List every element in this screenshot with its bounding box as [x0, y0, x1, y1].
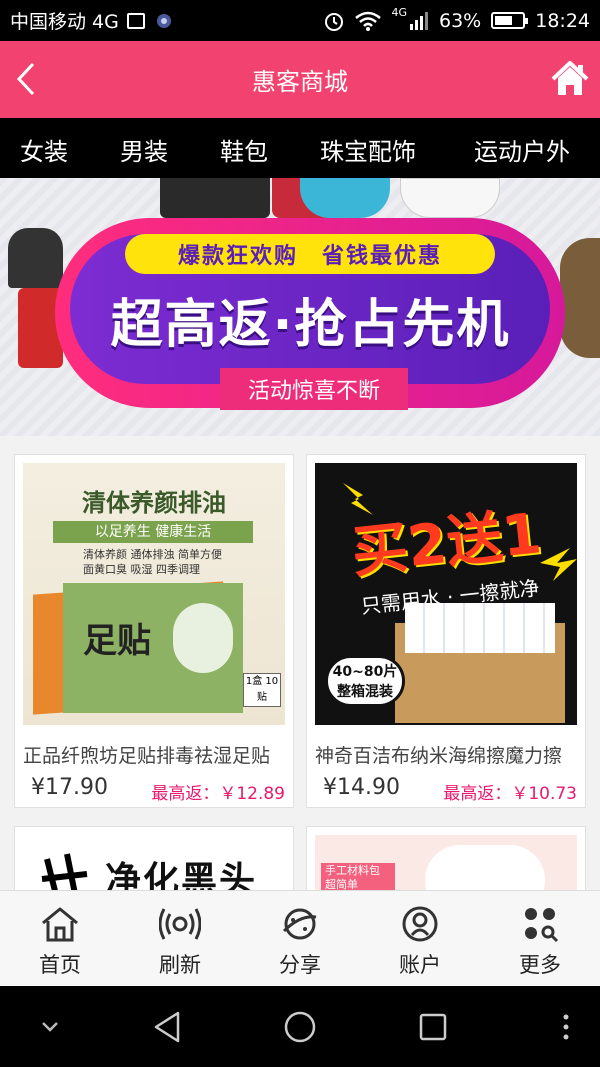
appliance-image [300, 178, 390, 218]
appliance-image [160, 178, 270, 218]
wifi-icon [355, 11, 382, 31]
bottom-nav: 首页 刷新 分享 账户 更多 [0, 890, 600, 986]
box-label: 足贴 [83, 621, 151, 661]
network-type: 4G [391, 6, 407, 19]
product-image: 清体养颜排油 以足养生 健康生活 清体养颜 通体排浊 简单方便 面黄口臭 吸湿 … [23, 463, 285, 725]
image-slogan: 以足养生 健康生活 [53, 521, 253, 543]
category-tabs: 女装 男装 鞋包 珠宝配饰 运动户外 [0, 118, 600, 178]
product-name[interactable]: 神奇百洁布纳米海绵擦魔力擦 [315, 741, 577, 768]
product-image: 买2送1 只需用水 · 一擦就净 40~80片 整箱混装 [315, 463, 577, 725]
carrier-label: 中国移动 4G [10, 11, 119, 33]
banner-headline: 超高返·抢占先机 [110, 295, 511, 355]
foot-patch-image [173, 603, 233, 673]
image-title: 清体养颜排油 [82, 489, 226, 517]
recents-square-icon[interactable] [418, 1012, 448, 1042]
back-button[interactable] [6, 55, 46, 103]
home-button[interactable] [550, 59, 590, 99]
promo-banner[interactable]: 爆款狂欢购 省钱最优惠 超高返·抢占先机 活动惊喜不断 [0, 178, 600, 436]
image-badge: 40~80片 整箱混装 [325, 655, 405, 707]
nav-share-label: 分享 [279, 953, 321, 977]
product-rebate: 最高返：￥12.89 [151, 784, 285, 804]
appliance-image [400, 178, 500, 218]
tab-shoes-bags[interactable]: 鞋包 [220, 132, 268, 167]
product-card[interactable]: 清体养颜排油 以足养生 健康生活 清体养颜 通体排浊 简单方便 面黄口臭 吸湿 … [14, 454, 294, 808]
battery-icon [491, 12, 529, 29]
page-title: 惠客商城 [252, 68, 348, 96]
product-name[interactable]: 正品纤煦坊足贴排毒祛湿足贴 [23, 741, 285, 768]
home-circle-icon[interactable] [283, 1010, 317, 1044]
battery-fill [495, 16, 512, 25]
product-card[interactable]: 买2送1 只需用水 · 一擦就净 40~80片 整箱混装 神奇百洁布纳米海绵擦魔… [306, 454, 586, 808]
image-headline: 手工材料包 超简单 [321, 863, 395, 893]
tab-sports-outdoor[interactable]: 运动户外 [474, 132, 570, 167]
overflow-menu-icon[interactable] [561, 1012, 571, 1042]
battery-percent: 63% [439, 9, 482, 32]
chevron-down-icon[interactable] [40, 1020, 60, 1034]
nav-share[interactable]: 分享 [240, 891, 360, 986]
product-price: ¥14.90 [323, 775, 400, 800]
more-icon [525, 908, 559, 943]
home-icon [551, 61, 589, 95]
nav-refresh-label: 刷新 [159, 953, 201, 977]
image-features: 清体养颜 通体排浊 简单方便 面黄口臭 吸湿 四季调理 [83, 548, 222, 576]
banner-subline: 活动惊喜不断 [220, 368, 408, 410]
chevron-left-icon [16, 62, 35, 96]
nav-refresh[interactable]: 刷新 [120, 891, 240, 986]
tab-men[interactable]: 男装 [120, 132, 168, 167]
nav-more-label: 更多 [519, 953, 561, 977]
product-rebate: 最高返：￥10.73 [443, 784, 577, 804]
banner-tagline: 爆款狂欢购 省钱最优惠 [125, 234, 495, 274]
nav-more[interactable]: 更多 [480, 891, 600, 986]
alarm-icon [325, 12, 344, 31]
home-icon [42, 907, 78, 942]
status-bar: 中国移动 4G 4G 63% 18:24 [0, 0, 600, 41]
nav-account[interactable]: 账户 [360, 891, 480, 986]
image-notification-icon [126, 12, 145, 29]
product-price: ¥17.90 [31, 775, 108, 800]
app-header: 惠客商城 [0, 41, 600, 118]
signal-icon [410, 11, 428, 30]
tab-jewelry[interactable]: 珠宝配饰 [320, 132, 416, 167]
account-icon [402, 906, 438, 942]
share-icon [282, 908, 317, 940]
back-triangle-icon[interactable] [152, 1010, 182, 1044]
system-nav-bar [0, 986, 600, 1067]
refresh-icon [159, 908, 201, 940]
sponge-image [405, 603, 555, 653]
app-notification-icon [156, 13, 171, 28]
juicer-image [8, 228, 63, 288]
clock: 18:24 [535, 9, 590, 32]
tab-women[interactable]: 女装 [20, 132, 68, 167]
nav-home-label: 首页 [39, 953, 81, 977]
nav-account-label: 账户 [399, 953, 441, 977]
box-count: 1盒 10贴 [243, 673, 281, 707]
nav-home[interactable]: 首页 [0, 891, 120, 986]
cooker-image [560, 238, 600, 358]
